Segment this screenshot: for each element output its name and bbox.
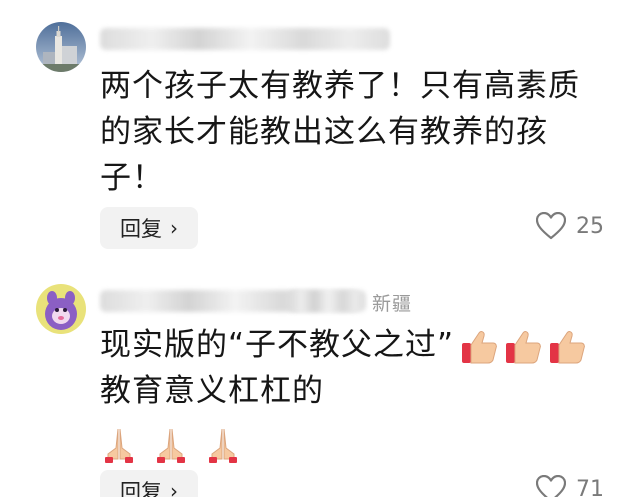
comment-line: 两个孩子太有教养了！只有高素质 <box>100 68 580 104</box>
username-suffix <box>288 290 366 312</box>
folded-hands-icon <box>105 428 133 463</box>
comment-text: 现实版的“子不教父之过” 教育意义杠杠的 <box>100 322 620 466</box>
comment-line <box>100 420 620 466</box>
thumbs-up-icon <box>506 330 541 363</box>
like-count: 71 <box>576 476 604 497</box>
comment-feed: 两个孩子太有教养了！只有高素质 的家长才能教出这么有教养的孩 子！ 回复 › 2… <box>0 0 640 497</box>
comment-line: 现实版的“子不教父之过” <box>100 322 620 368</box>
heart-icon <box>536 475 566 497</box>
like-button[interactable]: 25 <box>536 212 604 240</box>
avatar[interactable] <box>36 284 86 334</box>
like-count: 25 <box>576 213 604 239</box>
emoji-row <box>100 426 242 464</box>
folded-hands-icon <box>157 428 185 463</box>
folded-hands-icon <box>209 428 237 463</box>
like-button[interactable]: 71 <box>536 475 604 497</box>
cartoon-character-icon <box>36 284 86 334</box>
reply-label: 回复 <box>120 480 162 497</box>
comment-line: 子！ <box>100 160 164 196</box>
comment-text: 两个孩子太有教养了！只有高素质 的家长才能教出这么有教养的孩 子！ <box>100 63 620 201</box>
reply-button[interactable]: 回复 › <box>100 470 198 497</box>
thumbs-up-icon <box>550 330 585 363</box>
comment-line: 的家长才能教出这么有教养的孩 <box>100 114 548 150</box>
comment-line-text: 现实版的“子不教父之过” <box>100 327 455 363</box>
emoji-row <box>460 328 586 366</box>
reply-button[interactable]: 回复 › <box>100 207 198 249</box>
comment-line: 教育意义杠杠的 <box>100 373 324 409</box>
chevron-right-icon: › <box>170 479 178 497</box>
heart-icon <box>536 212 566 240</box>
username <box>100 28 390 50</box>
building-tower-icon <box>36 22 86 72</box>
thumbs-up-icon <box>462 330 497 363</box>
location-label: 新疆 <box>372 293 413 315</box>
avatar[interactable] <box>36 22 86 72</box>
chevron-right-icon: › <box>170 216 178 240</box>
reply-label: 回复 <box>120 217 162 241</box>
